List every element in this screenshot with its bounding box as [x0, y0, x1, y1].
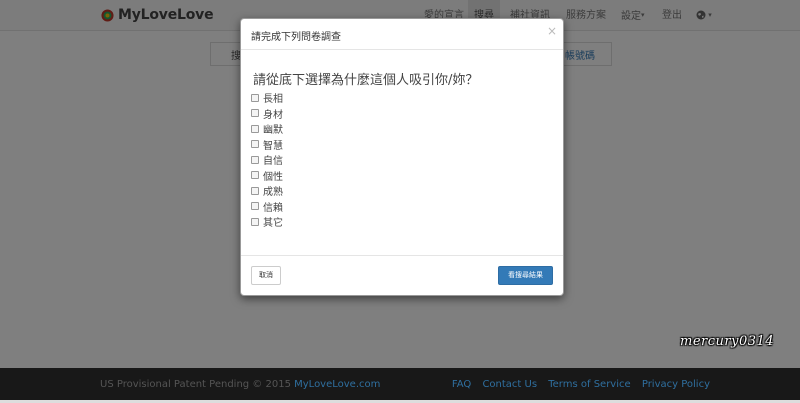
option-humor[interactable]: 幽默: [251, 121, 283, 137]
option-label: 個性: [263, 171, 283, 183]
footer-link-faq[interactable]: FAQ: [452, 379, 471, 390]
footer-copyright: US Provisional Patent Pending © 2015 MyL…: [100, 379, 380, 390]
footer-link-terms[interactable]: Terms of Service: [548, 379, 630, 390]
checkbox[interactable]: [251, 93, 259, 102]
option-confidence[interactable]: 自信: [251, 152, 283, 168]
checkbox[interactable]: [251, 109, 259, 118]
option-label: 長相: [263, 94, 283, 106]
checkbox[interactable]: [251, 202, 259, 211]
footer-link-contact[interactable]: Contact Us: [482, 379, 537, 390]
option-wisdom[interactable]: 智慧: [251, 137, 283, 153]
option-label: 自信: [263, 156, 283, 168]
site-link[interactable]: MyLoveLove.com: [294, 379, 380, 390]
modal-footer: 取消 看搜尋結果: [241, 255, 563, 296]
option-maturity[interactable]: 成熟: [251, 183, 283, 199]
modal-title: 請完成下列問卷調查: [251, 32, 341, 43]
option-other[interactable]: 其它: [251, 214, 283, 230]
watermark: mercury0314: [680, 334, 775, 349]
option-label: 幽默: [263, 125, 283, 137]
copyright-text: US Provisional Patent Pending © 2015: [100, 379, 291, 390]
option-label: 身材: [263, 109, 283, 121]
option-label: 智慧: [263, 140, 283, 152]
modal-header: 請完成下列問卷調查 ×: [241, 19, 563, 50]
cancel-button[interactable]: 取消: [251, 266, 281, 285]
view-results-button[interactable]: 看搜尋結果: [498, 266, 553, 285]
option-label: 信賴: [263, 202, 283, 214]
option-figure[interactable]: 身材: [251, 106, 283, 122]
option-label: 成熟: [263, 187, 283, 199]
option-trust[interactable]: 信賴: [251, 199, 283, 215]
option-personality[interactable]: 個性: [251, 168, 283, 184]
checkbox[interactable]: [251, 155, 259, 164]
checkbox[interactable]: [251, 171, 259, 180]
checkbox[interactable]: [251, 140, 259, 149]
footer: US Provisional Patent Pending © 2015 MyL…: [0, 368, 800, 400]
option-list: 長相 身材 幽默 智慧 自信 個性 成熟 信賴 其它: [251, 90, 283, 230]
option-label: 其它: [263, 218, 283, 230]
close-icon[interactable]: ×: [547, 25, 557, 37]
survey-question: 請從底下選擇為什麼這個人吸引你/妳？: [253, 73, 479, 88]
footer-links: FAQ Contact Us Terms of Service Privacy …: [444, 379, 710, 390]
checkbox[interactable]: [251, 186, 259, 195]
checkbox[interactable]: [251, 217, 259, 226]
footer-link-privacy[interactable]: Privacy Policy: [642, 379, 710, 390]
checkbox[interactable]: [251, 124, 259, 133]
survey-modal: 請完成下列問卷調查 × 請從底下選擇為什麼這個人吸引你/妳？ 長相 身材 幽默 …: [240, 18, 564, 296]
option-looks[interactable]: 長相: [251, 90, 283, 106]
